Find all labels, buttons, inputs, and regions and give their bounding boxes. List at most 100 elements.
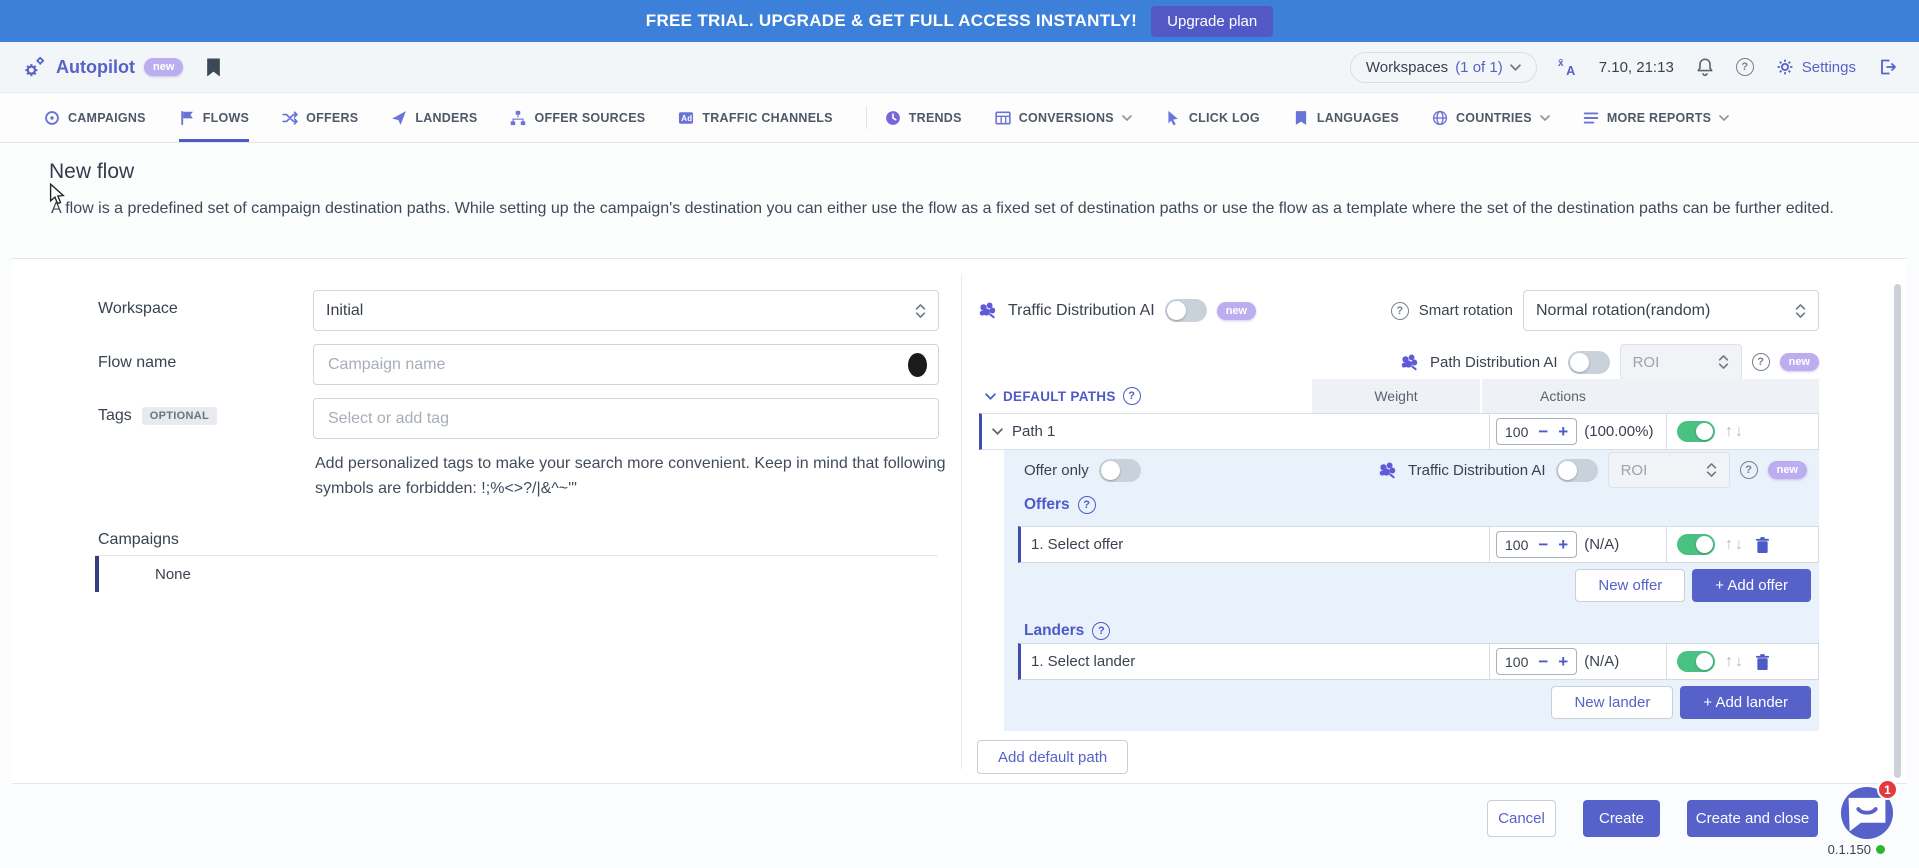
path-weight-percent: (100.00%) (1584, 423, 1653, 440)
settings-button[interactable]: Settings (1775, 57, 1856, 77)
brand: Autopilot new (22, 55, 221, 80)
bell-icon[interactable] (1695, 57, 1715, 77)
add-default-path-button[interactable]: Add default path (977, 740, 1128, 774)
lander-actions-cell: ↑↓ (1666, 644, 1818, 679)
chat-unread-badge: 1 (1877, 779, 1898, 800)
new-lander-button[interactable]: New lander (1551, 686, 1673, 719)
lander-row[interactable]: 1. Select lander 100 − + (N/A) ↑↓ (1018, 643, 1819, 680)
target-icon (44, 110, 60, 126)
nav-item-label: COUNTRIES (1456, 111, 1532, 125)
nav-item-offer-sources[interactable]: OFFER SOURCES (510, 93, 645, 142)
offer-row[interactable]: 1. Select offer 100 − + (N/A) ↑↓ (1018, 526, 1819, 563)
upgrade-plan-button[interactable]: Upgrade plan (1151, 6, 1273, 37)
tags-input[interactable] (313, 398, 939, 439)
path-ai-toggle[interactable] (1568, 351, 1610, 374)
flow-name-black-dot-button[interactable] (908, 353, 927, 377)
create-and-close-button[interactable]: Create and close (1687, 800, 1818, 837)
move-up-down-arrows[interactable]: ↑↓ (1725, 423, 1745, 441)
nav-item-label: CAMPAIGNS (68, 111, 146, 125)
nav-item-label: CLICK LOG (1189, 111, 1260, 125)
move-up-down-arrows[interactable]: ↑↓ (1725, 653, 1745, 671)
landers-help-icon[interactable]: ? (1092, 622, 1110, 640)
page-description: A flow is a predefined set of campaign d… (51, 196, 1861, 221)
smart-rotation-help-icon[interactable]: ? (1391, 302, 1409, 320)
nav-item-conversions[interactable]: CONVERSIONS (995, 93, 1132, 142)
new-offer-button[interactable]: New offer (1575, 569, 1685, 602)
default-paths-heading[interactable]: DEFAULT PATHS ? (979, 379, 1312, 413)
flow-name-input[interactable] (313, 344, 939, 385)
nav-item-traffic-channels[interactable]: Ad TRAFFIC CHANNELS (678, 93, 832, 142)
nav-item-offers[interactable]: OFFERS (282, 93, 358, 142)
workspace-select[interactable]: Initial (313, 290, 939, 331)
nav-item-landers[interactable]: LANDERS (391, 93, 477, 142)
increase-weight-button[interactable]: + (1558, 653, 1568, 670)
path-weight-input[interactable]: 100 − + (1496, 418, 1577, 445)
add-lander-button[interactable]: + Add lander (1680, 686, 1811, 719)
nav-item-languages[interactable]: LANGUAGES (1293, 93, 1399, 142)
select-arrows-icon (1795, 302, 1806, 320)
path-name: Path 1 (1012, 423, 1055, 440)
svg-text:Ad: Ad (682, 114, 693, 123)
nav-item-trends[interactable]: TRENDS (885, 93, 962, 142)
path-enabled-toggle[interactable] (1677, 421, 1715, 442)
help-circle-icon[interactable]: ? (1736, 58, 1754, 76)
decrease-weight-button[interactable]: − (1538, 653, 1548, 670)
offer-only-row: Offer only Traffic Distribution AI ROI ?… (1004, 450, 1819, 490)
path-row[interactable]: Path 1 100 − + (100.00%) ↑↓ (979, 413, 1819, 450)
increase-weight-button[interactable]: + (1558, 423, 1568, 440)
trial-banner: FREE TRIAL. UPGRADE & GET FULL ACCESS IN… (0, 0, 1919, 42)
landers-label: Landers (1024, 622, 1084, 640)
offers-help-icon[interactable]: ? (1078, 496, 1096, 514)
path-traffic-ai-toggle[interactable] (1556, 459, 1598, 482)
offer-weight-input[interactable]: 100 − + (1496, 531, 1577, 558)
nav-item-countries[interactable]: COUNTRIES (1432, 93, 1550, 142)
smart-rotation-value: Normal rotation(random) (1536, 302, 1710, 320)
create-button[interactable]: Create (1583, 800, 1660, 837)
nav-item-label: TRAFFIC CHANNELS (702, 111, 832, 125)
smart-rotation-group: ? Smart rotation Normal rotation(random) (1391, 290, 1819, 331)
lander-weight-input[interactable]: 100 − + (1496, 648, 1577, 675)
path-ai-roi-select[interactable]: ROI (1620, 344, 1742, 380)
add-offer-button[interactable]: + Add offer (1692, 569, 1811, 602)
default-paths-help-icon[interactable]: ? (1123, 387, 1141, 405)
cancel-button[interactable]: Cancel (1487, 800, 1556, 837)
lander-name-cell[interactable]: 1. Select lander (1021, 644, 1489, 679)
offer-only-toggle[interactable] (1099, 459, 1141, 482)
offer-only-label: Offer only (1024, 462, 1089, 479)
move-up-down-arrows[interactable]: ↑↓ (1725, 536, 1745, 554)
bookmark-icon[interactable] (206, 58, 221, 77)
decrease-weight-button[interactable]: − (1538, 536, 1548, 553)
workspaces-dropdown[interactable]: Workspaces (1 of 1) (1350, 52, 1537, 83)
nav-item-label: LANDERS (415, 111, 477, 125)
globe-icon (1432, 110, 1448, 126)
nav-item-more-reports[interactable]: MORE REPORTS (1583, 93, 1729, 142)
trash-icon[interactable] (1755, 536, 1770, 554)
path-traffic-ai-roi-select[interactable]: ROI (1608, 452, 1730, 488)
translate-icon[interactable]: x̄A (1558, 57, 1578, 77)
chevron-down-icon (992, 428, 1003, 435)
traffic-ai-toggle[interactable] (1165, 299, 1207, 322)
scrollbar-thumb[interactable] (1894, 284, 1901, 778)
smart-rotation-select[interactable]: Normal rotation(random) (1523, 290, 1819, 331)
path-traffic-ai-help-icon[interactable]: ? (1740, 461, 1758, 479)
increase-weight-button[interactable]: + (1558, 536, 1568, 553)
shuffle-icon (282, 110, 298, 126)
offer-enabled-toggle[interactable] (1677, 534, 1715, 555)
status-dot (1876, 845, 1885, 854)
tags-label-row: Tags OPTIONAL (98, 407, 217, 425)
nav-item-flows[interactable]: FLOWS (179, 93, 249, 142)
tags-label: Tags (98, 407, 132, 425)
nav-item-campaigns[interactable]: CAMPAIGNS (44, 93, 146, 142)
offer-buttons: New offer + Add offer (1575, 569, 1811, 602)
logout-icon[interactable] (1877, 57, 1897, 77)
trash-icon[interactable] (1755, 653, 1770, 671)
chevron-down-icon (1122, 115, 1132, 121)
offer-weight-cell: 100 − + (N/A) (1489, 527, 1666, 562)
offer-name-cell[interactable]: 1. Select offer (1021, 527, 1489, 562)
path-name-cell[interactable]: Path 1 (982, 414, 1489, 449)
path-ai-help-icon[interactable]: ? (1752, 353, 1770, 371)
nav-item-click-log[interactable]: CLICK LOG (1165, 93, 1260, 142)
lander-enabled-toggle[interactable] (1677, 651, 1715, 672)
decrease-weight-button[interactable]: − (1538, 423, 1548, 440)
plane-icon (391, 110, 407, 126)
